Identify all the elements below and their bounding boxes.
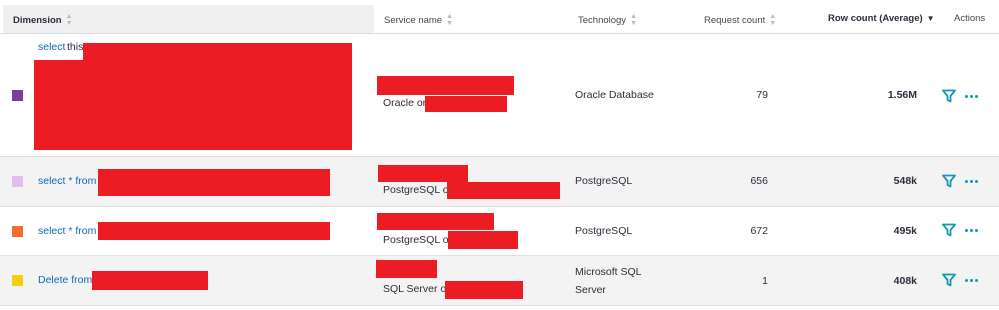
service-name-text: Oracle on <box>383 97 429 109</box>
column-header-service-name[interactable]: Service name ▲ ▼ <box>384 13 453 27</box>
sort-descending-icon[interactable]: ▼ <box>927 14 935 23</box>
column-header-technology[interactable]: Technology ▲ ▼ <box>578 13 637 27</box>
column-header-request-count[interactable]: Request count ▲ ▼ <box>704 13 776 27</box>
column-header-label: Technology <box>578 14 627 26</box>
column-header-dimension[interactable]: Dimension ▲ ▼ <box>13 13 73 27</box>
filter-icon[interactable] <box>942 273 956 287</box>
more-icon[interactable] <box>965 95 978 98</box>
redaction-block <box>377 76 514 95</box>
table-header: Dimension ▲ ▼ Service name ▲ ▼ Technology … <box>0 0 999 34</box>
filter-icon[interactable] <box>942 223 956 237</box>
service-name-text: PostgreSQL on <box>383 234 455 246</box>
row-count-value: 408k <box>893 275 917 287</box>
redaction-block <box>92 271 208 290</box>
row-count-value: 1.56M <box>887 89 917 101</box>
column-header-label: Request count <box>704 14 766 26</box>
more-icon[interactable] <box>965 279 978 282</box>
sort-icon[interactable]: ▲ ▼ <box>630 13 637 27</box>
dimension-link[interactable]: select <box>38 41 65 53</box>
filter-icon[interactable] <box>942 174 956 188</box>
series-color-swatch <box>12 176 23 187</box>
column-header-label: Row count (Average) <box>828 13 923 24</box>
column-header-label: Service name <box>384 14 443 26</box>
redaction-block <box>98 222 330 240</box>
redaction-block <box>445 281 523 299</box>
dimension-text: this <box>67 41 84 53</box>
dimension-link[interactable]: select * from <box>38 225 96 237</box>
request-count-value: 672 <box>750 225 768 237</box>
dimension-link[interactable]: select * from <box>38 175 96 187</box>
service-name-text: SQL Server on <box>383 283 453 295</box>
table-row[interactable]: Delete from SQL Server on Microsoft SQL … <box>0 256 999 306</box>
column-header-row-count[interactable]: Row count (Average) ▼ <box>828 13 935 24</box>
request-count-value: 656 <box>750 175 768 187</box>
column-header-actions: Actions <box>954 13 985 24</box>
request-count-value: 1 <box>762 275 768 287</box>
series-color-swatch <box>12 90 23 101</box>
technology-text: Oracle Database <box>575 89 654 101</box>
redaction-block <box>377 213 494 230</box>
technology-text: Microsoft SQL Server <box>575 266 642 296</box>
sort-icon[interactable]: ▲ ▼ <box>446 13 453 27</box>
table-row[interactable]: select * from PostgreSQL on PostgreSQL 6… <box>0 207 999 256</box>
service-name-text: PostgreSQL on <box>383 184 455 196</box>
more-icon[interactable] <box>965 229 978 232</box>
request-count-value: 79 <box>756 89 768 101</box>
sort-icon[interactable]: ▲ ▼ <box>769 13 776 27</box>
redaction-block <box>378 165 468 182</box>
technology-text: PostgreSQL <box>575 175 633 187</box>
redaction-block <box>447 182 560 199</box>
redaction-block <box>376 260 437 278</box>
table-row[interactable]: select this Oracle on Oracle Database 79… <box>0 34 999 157</box>
redaction-block <box>448 231 518 249</box>
redaction-block <box>83 43 352 61</box>
sort-icon[interactable]: ▲ ▼ <box>66 13 73 27</box>
series-color-swatch <box>12 275 23 286</box>
dimension-link[interactable]: Delete from <box>38 274 92 286</box>
redaction-block <box>98 169 330 196</box>
filter-icon[interactable] <box>942 89 956 103</box>
column-header-label: Actions <box>954 13 986 24</box>
redaction-block <box>34 60 352 150</box>
redaction-block <box>425 96 507 112</box>
series-color-swatch <box>12 226 23 237</box>
column-header-label: Dimension <box>13 14 62 26</box>
more-icon[interactable] <box>965 180 978 183</box>
technology-text: PostgreSQL <box>575 225 633 237</box>
row-count-value: 548k <box>893 175 917 187</box>
row-count-value: 495k <box>893 225 917 237</box>
table-row[interactable]: select * from PostgreSQL on PostgreSQL 6… <box>0 157 999 207</box>
